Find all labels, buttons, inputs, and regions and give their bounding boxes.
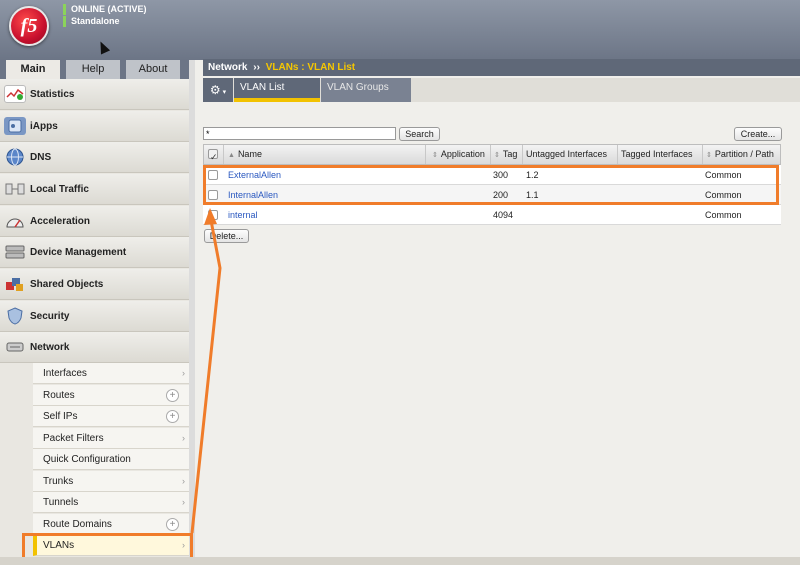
footer-bar bbox=[0, 557, 800, 565]
annotation-arrow bbox=[190, 208, 222, 534]
